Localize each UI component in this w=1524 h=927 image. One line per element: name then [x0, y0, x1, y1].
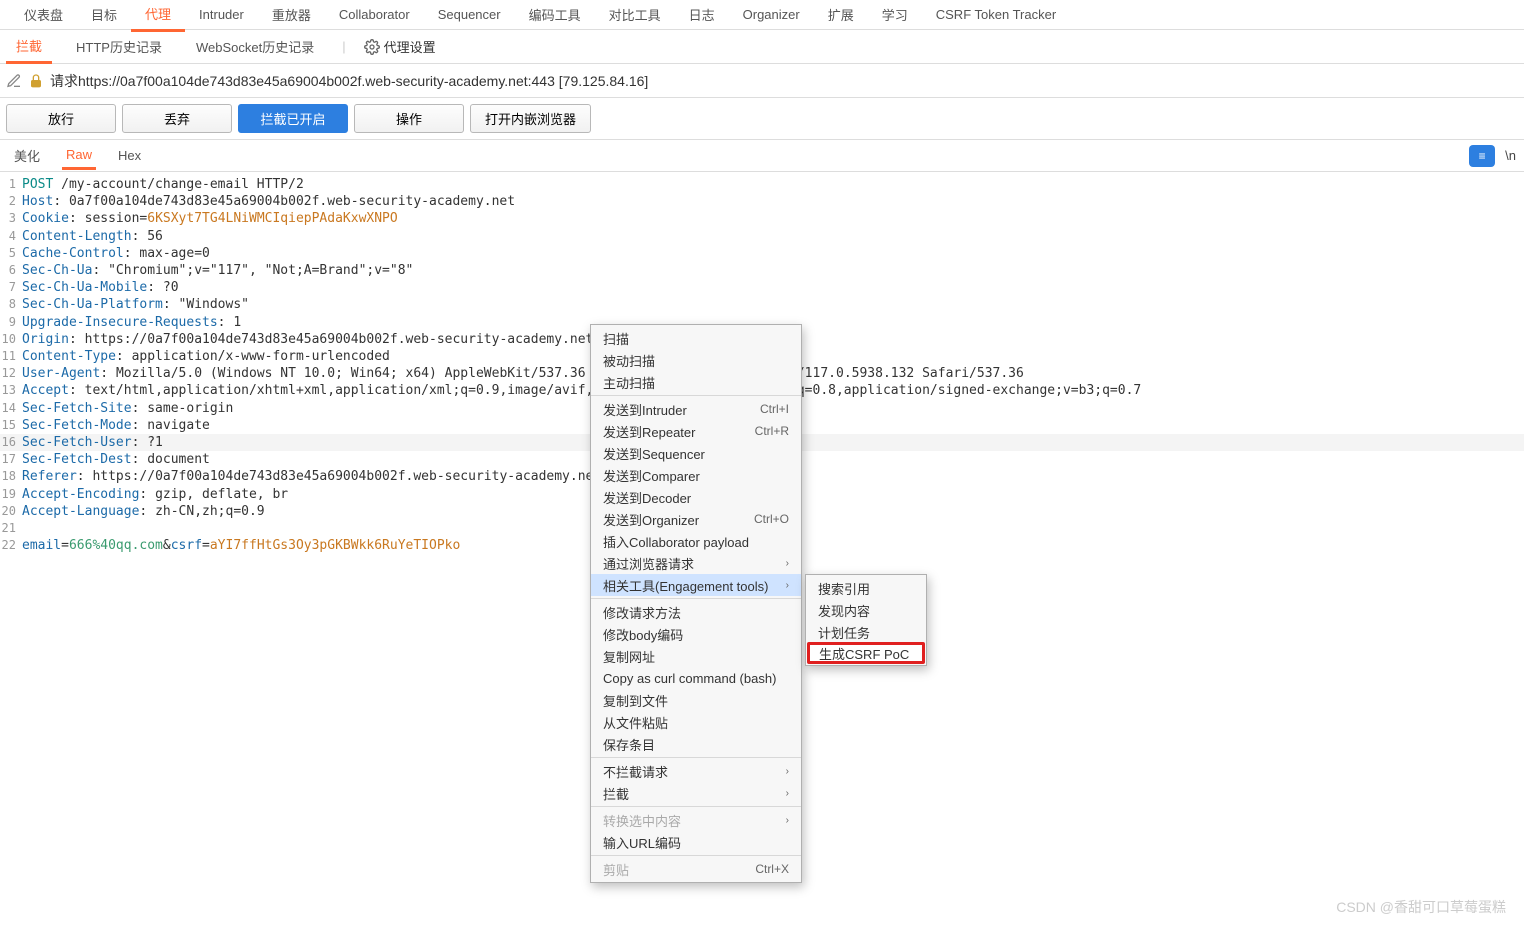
submenu--[interactable]: 发现内容 — [806, 599, 926, 621]
forward-button[interactable]: 放行 — [6, 104, 116, 133]
ctx--[interactable]: 主动扫描 — [591, 371, 801, 393]
top-tab-intruder[interactable]: Intruder — [185, 1, 258, 28]
ctx--collaborator-payload[interactable]: 插入Collaborator payload — [591, 530, 801, 552]
subtab-http-history[interactable]: HTTP历史记录 — [66, 31, 172, 62]
intercept-toolbar: 放行 丢弃 拦截已开启 操作 打开内嵌浏览器 — [0, 98, 1524, 140]
top-tab-编码工具[interactable]: 编码工具 — [515, 0, 595, 30]
ctx--: 转换选中内容› — [591, 809, 801, 831]
ctx--sequencer[interactable]: 发送到Sequencer — [591, 442, 801, 464]
ctx--comparer[interactable]: 发送到Comparer — [591, 464, 801, 486]
code-line: 2Host: 0a7f00a104de743d83e45a69004b002f.… — [0, 193, 1524, 210]
subtab-intercept[interactable]: 拦截 — [6, 30, 52, 64]
top-tab-对比工具[interactable]: 对比工具 — [595, 0, 675, 30]
code-line: 5Cache-Control: max-age=0 — [0, 245, 1524, 262]
ctx--[interactable]: 从文件粘贴 — [591, 711, 801, 733]
ctx--[interactable]: 被动扫描 — [591, 349, 801, 371]
message-view-tabs: 美化 Raw Hex ≡ \n — [0, 140, 1524, 172]
submenu--[interactable]: 计划任务 — [806, 621, 926, 643]
engagement-tools-submenu[interactable]: 搜索引用发现内容计划任务生成CSRF PoC — [805, 574, 927, 666]
context-menu[interactable]: 扫描被动扫描主动扫描发送到IntruderCtrl+I发送到RepeaterCt… — [590, 324, 802, 883]
code-line: 1POST /my-account/change-email HTTP/2 — [0, 176, 1524, 193]
view-tab-hex[interactable]: Hex — [114, 143, 145, 168]
top-tab-日志[interactable]: 日志 — [675, 0, 729, 30]
code-line: 6Sec-Ch-Ua: "Chromium";v="117", "Not;A=B… — [0, 262, 1524, 279]
edit-icon[interactable] — [6, 73, 22, 89]
top-tab-学习[interactable]: 学习 — [868, 0, 922, 30]
ctx--[interactable]: 复制到文件 — [591, 689, 801, 711]
top-tab-扩展[interactable]: 扩展 — [814, 0, 868, 30]
main-tabs: 仪表盘目标代理Intruder重放器CollaboratorSequencer编… — [0, 0, 1524, 30]
ctx--repeater[interactable]: 发送到RepeaterCtrl+R — [591, 420, 801, 442]
proxy-subtabs: 拦截 HTTP历史记录 WebSocket历史记录 | 代理设置 — [0, 30, 1524, 64]
top-tab-collaborator[interactable]: Collaborator — [325, 1, 424, 28]
watermark: CSDN @香甜可口草莓蛋糕 — [1336, 897, 1506, 917]
newline-indicator: \n — [1505, 148, 1516, 163]
view-tab-raw[interactable]: Raw — [62, 142, 96, 170]
code-line: 7Sec-Ch-Ua-Mobile: ?0 — [0, 279, 1524, 296]
ctx--[interactable]: 修改请求方法 — [591, 601, 801, 623]
top-tab-目标[interactable]: 目标 — [77, 0, 131, 30]
top-tab-sequencer[interactable]: Sequencer — [424, 1, 515, 28]
top-tab-csrf-token-tracker[interactable]: CSRF Token Tracker — [922, 1, 1070, 28]
lock-icon — [28, 73, 44, 89]
intercept-toggle-button[interactable]: 拦截已开启 — [238, 104, 348, 133]
ctx--: 剪贴Ctrl+X — [591, 858, 801, 880]
open-browser-button[interactable]: 打开内嵌浏览器 — [470, 104, 591, 133]
ctx--engagement-tools-[interactable]: 相关工具(Engagement tools)› — [591, 574, 801, 596]
ctx--[interactable]: 复制网址 — [591, 645, 801, 667]
ctx--url-[interactable]: 输入URL编码 — [591, 831, 801, 853]
inspector-toggle-icon[interactable]: ≡ — [1469, 145, 1495, 167]
code-line: 4Content-Length: 56 — [0, 228, 1524, 245]
ctx--[interactable]: 扫描 — [591, 327, 801, 349]
submenu--csrf-poc[interactable]: 生成CSRF PoC — [807, 642, 925, 664]
ctx--[interactable]: 保存条目 — [591, 733, 801, 755]
ctx--intruder[interactable]: 发送到IntruderCtrl+I — [591, 398, 801, 420]
submenu--[interactable]: 搜索引用 — [806, 577, 926, 599]
top-tab-重放器[interactable]: 重放器 — [258, 0, 325, 30]
ctx--organizer[interactable]: 发送到OrganizerCtrl+O — [591, 508, 801, 530]
request-url-bar: 请求https://0a7f00a104de743d83e45a69004b00… — [0, 64, 1524, 98]
code-line: 8Sec-Ch-Ua-Platform: "Windows" — [0, 296, 1524, 313]
ctx--decoder[interactable]: 发送到Decoder — [591, 486, 801, 508]
ctx--body-[interactable]: 修改body编码 — [591, 623, 801, 645]
ctx--[interactable]: 不拦截请求› — [591, 760, 801, 782]
proxy-settings-label: 代理设置 — [384, 37, 436, 56]
ctx--[interactable]: 拦截› — [591, 782, 801, 804]
action-button[interactable]: 操作 — [354, 104, 464, 133]
gear-icon — [364, 39, 380, 55]
drop-button[interactable]: 丢弃 — [122, 104, 232, 133]
top-tab-仪表盘[interactable]: 仪表盘 — [10, 0, 77, 30]
subtab-ws-history[interactable]: WebSocket历史记录 — [186, 31, 324, 62]
proxy-settings-link[interactable]: 代理设置 — [364, 37, 436, 56]
code-line: 3Cookie: session=6KSXyt7TG4LNiWMCIqiepPA… — [0, 210, 1524, 227]
view-tab-pretty[interactable]: 美化 — [10, 141, 44, 170]
top-tab-代理[interactable]: 代理 — [131, 0, 185, 32]
ctx--[interactable]: 通过浏览器请求› — [591, 552, 801, 574]
top-tab-organizer[interactable]: Organizer — [729, 1, 814, 28]
ctx-copy-as-curl-command-bash-[interactable]: Copy as curl command (bash) — [591, 667, 801, 689]
request-label: 请求https://0a7f00a104de743d83e45a69004b00… — [50, 71, 648, 91]
